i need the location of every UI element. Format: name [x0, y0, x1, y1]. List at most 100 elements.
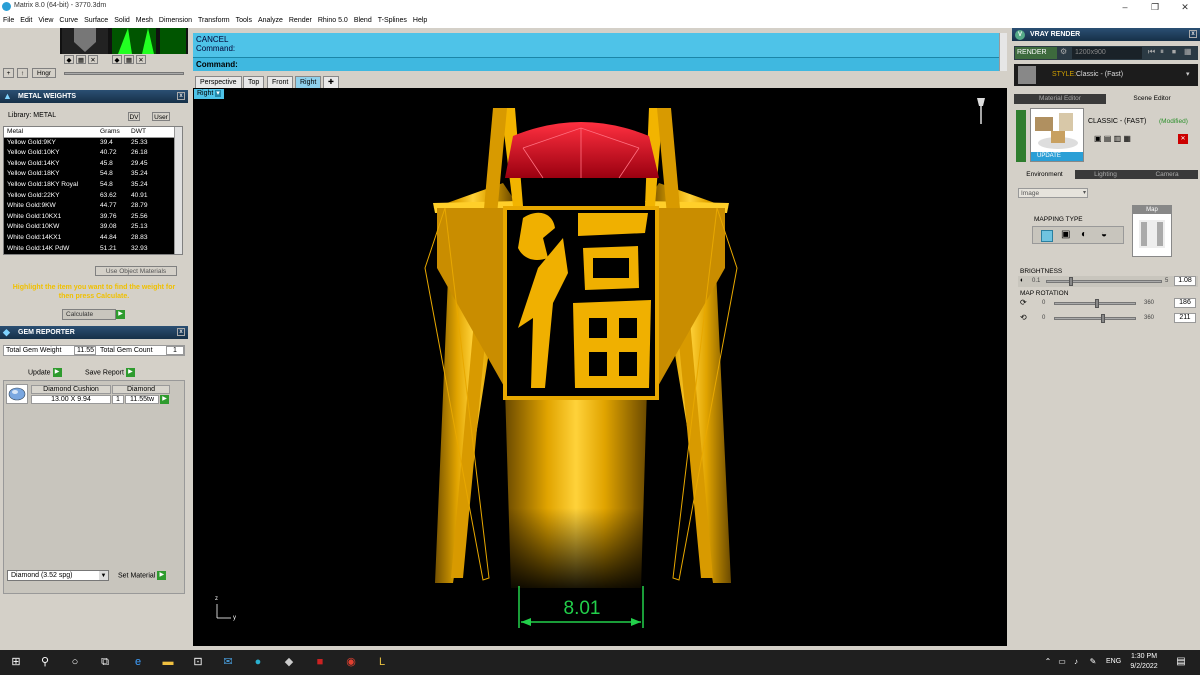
- add-viewport-icon[interactable]: ✚: [323, 76, 339, 88]
- thumbnail[interactable]: [62, 28, 108, 54]
- use-object-materials-button[interactable]: Use Object Materials: [95, 266, 177, 276]
- scene-tool-icons[interactable]: ▣ ▤ ▥ ▦: [1094, 134, 1131, 143]
- mapping-cube-icon[interactable]: ▣: [1061, 229, 1070, 240]
- menu-tsplines[interactable]: T-Splines: [375, 14, 410, 28]
- minimize-button[interactable]: –: [1110, 0, 1140, 14]
- rot2-value[interactable]: 211: [1174, 313, 1196, 323]
- store-icon[interactable]: ⊡: [191, 655, 205, 669]
- set-material-button[interactable]: Set Material ▶: [118, 571, 167, 580]
- update-button[interactable]: Update ▶: [28, 368, 62, 377]
- close-icon[interactable]: ✕: [88, 55, 98, 64]
- table-row[interactable]: Yellow Gold:18KY Royal 54.8 35.24: [4, 179, 182, 191]
- resolution-field[interactable]: 1200x900: [1072, 47, 1142, 59]
- table-row[interactable]: White Gold:14K PdW 51.21 32.93: [4, 243, 182, 255]
- brightness-knob[interactable]: [1069, 277, 1074, 286]
- menu-blend[interactable]: Blend: [351, 14, 375, 28]
- add-icon[interactable]: +: [3, 68, 14, 78]
- menu-analyze[interactable]: Analyze: [255, 14, 286, 28]
- scene-update-button[interactable]: UPDATE: [1031, 152, 1083, 161]
- menu-transform[interactable]: Transform: [195, 14, 233, 28]
- viewport-right[interactable]: Right ▾ 8.01 z y: [193, 88, 1007, 646]
- col-metal[interactable]: Metal: [4, 127, 97, 138]
- close-icon[interactable]: x: [177, 92, 185, 100]
- windows-start-icon[interactable]: ⊞: [9, 655, 23, 669]
- stop-icon[interactable]: ⏹: [1172, 47, 1176, 57]
- mail-icon[interactable]: ✉: [221, 655, 235, 669]
- tab-lighting[interactable]: Lighting: [1075, 170, 1136, 179]
- hngr-button[interactable]: Hngr: [32, 68, 56, 78]
- table-row[interactable]: White Gold:10KX1 39.76 25.56: [4, 211, 182, 223]
- scene-side-tab[interactable]: [1016, 110, 1026, 162]
- pin-icon[interactable]: ◆: [112, 55, 122, 64]
- rotation-knob-2[interactable]: [1100, 314, 1105, 323]
- up-arrow-icon[interactable]: ↑: [17, 68, 28, 78]
- gem-shape[interactable]: Diamond Cushion: [31, 385, 111, 394]
- table-row[interactable]: Yellow Gold:22KY 63.62 40.91: [4, 190, 182, 202]
- table-row[interactable]: White Gold:14KX1 44.84 28.83: [4, 232, 182, 244]
- tab-front[interactable]: Front: [267, 76, 294, 88]
- menu-dimension[interactable]: Dimension: [156, 14, 195, 28]
- user-toggle[interactable]: User: [152, 112, 170, 121]
- rewind-icon[interactable]: ⏮: [1148, 47, 1155, 57]
- tab-top[interactable]: Top: [243, 76, 265, 88]
- rot1-value[interactable]: 186: [1174, 298, 1196, 308]
- mapping-plane-icon[interactable]: [1041, 230, 1053, 242]
- menu-edit[interactable]: Edit: [17, 14, 35, 28]
- brightness-slider[interactable]: [1046, 277, 1162, 286]
- thumb-scroll[interactable]: [64, 72, 184, 75]
- search-icon[interactable]: ⚲: [38, 655, 52, 669]
- rotation-slider-1[interactable]: [1054, 299, 1136, 308]
- dv-toggle[interactable]: DV: [128, 112, 140, 121]
- save-report-button[interactable]: Save Report ▶: [85, 368, 135, 377]
- rotation-knob-1[interactable]: [1095, 299, 1100, 308]
- brightness-value[interactable]: 1.08: [1174, 276, 1196, 286]
- play-icon[interactable]: ▶: [160, 395, 169, 404]
- menu-rhino[interactable]: Rhino 5.0: [315, 14, 351, 28]
- task-view-icon[interactable]: ⧉: [98, 655, 112, 669]
- delete-icon[interactable]: ✕: [1178, 134, 1188, 144]
- menu-help[interactable]: Help: [410, 14, 430, 28]
- table-row[interactable]: White Gold:9KW 44.77 28.79: [4, 201, 182, 212]
- close-button[interactable]: ✕: [1170, 0, 1200, 14]
- cortana-icon[interactable]: ○: [68, 655, 82, 669]
- chrome-icon[interactable]: ◉: [344, 655, 358, 669]
- table-row[interactable]: Yellow Gold:9KY 39.4 25.33: [4, 137, 182, 149]
- tab-perspective[interactable]: Perspective: [195, 76, 242, 88]
- table-scrollbar[interactable]: [174, 127, 182, 255]
- edge-icon[interactable]: e: [131, 655, 145, 669]
- chevron-up-icon[interactable]: ⌃: [1041, 655, 1055, 669]
- pin-icon[interactable]: ◆: [64, 55, 74, 64]
- tab-scene-editor[interactable]: Scene Editor: [1106, 94, 1198, 104]
- menu-mesh[interactable]: Mesh: [133, 14, 156, 28]
- environment-select[interactable]: Image ▾: [1018, 188, 1088, 198]
- grid-icon[interactable]: ▦: [124, 55, 134, 64]
- language-indicator[interactable]: ENG: [1106, 658, 1121, 665]
- clock-date[interactable]: 9/2/2022: [1126, 663, 1162, 670]
- table-row[interactable]: Yellow Gold:14KY 45.8 29.45: [4, 158, 182, 170]
- matrix-icon[interactable]: L: [375, 655, 389, 669]
- grid-icon[interactable]: ▦: [1184, 47, 1192, 56]
- tab-material-editor[interactable]: Material Editor: [1014, 94, 1106, 104]
- file-explorer-icon[interactable]: ▬: [161, 655, 175, 669]
- tab-right[interactable]: Right: [295, 76, 322, 88]
- volume-icon[interactable]: ♪: [1069, 655, 1083, 669]
- grid-icon[interactable]: ▦: [76, 55, 86, 64]
- material-select[interactable]: Diamond (3.52 spg) ▼: [7, 570, 109, 581]
- settings-icon[interactable]: ⚙: [1060, 47, 1070, 59]
- col-grams[interactable]: Grams: [97, 127, 128, 138]
- mapping-cylinder-icon[interactable]: ◒: [1101, 229, 1107, 240]
- close-icon[interactable]: x: [177, 328, 185, 336]
- tab-camera[interactable]: Camera: [1136, 170, 1198, 179]
- rhino-icon[interactable]: ◆: [282, 655, 296, 669]
- command-scrollbar[interactable]: [999, 33, 1007, 71]
- thumbnail[interactable]: [112, 28, 156, 54]
- close-icon[interactable]: ✕: [136, 55, 146, 64]
- menu-render[interactable]: Render: [286, 14, 315, 28]
- style-row[interactable]: STYLE: Classic - (Fast) ▾: [1014, 64, 1198, 86]
- rotation-slider-2[interactable]: [1054, 314, 1136, 323]
- tab-environment[interactable]: Environment: [1014, 170, 1075, 179]
- menu-view[interactable]: View: [35, 14, 56, 28]
- mapping-sphere-icon[interactable]: ◐: [1081, 229, 1087, 240]
- thumbnail[interactable]: [160, 28, 186, 54]
- table-row[interactable]: Yellow Gold:18KY 54.8 35.24: [4, 169, 182, 180]
